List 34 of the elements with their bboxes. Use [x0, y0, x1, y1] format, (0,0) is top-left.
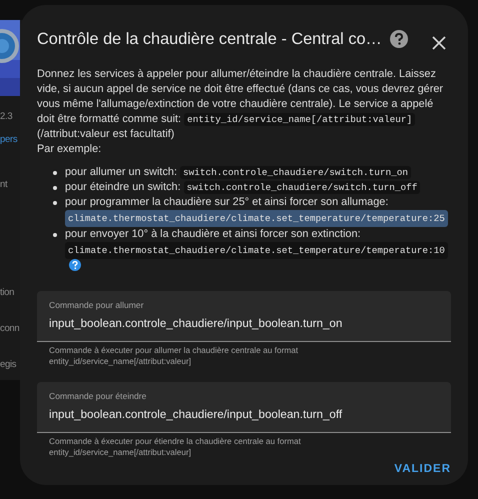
note-text: (/attribut:valeur est facultatif) — [37, 127, 176, 142]
example-text: pour programmer la chaudière sur 25° et ainsi forcer son allumage: — [65, 196, 388, 208]
help-icon[interactable] — [69, 259, 81, 272]
sidebar-text: 2.3 — [0, 110, 12, 123]
text-input[interactable]: input_boolean.controle_chaudiere/input_boolean.turn_off — [49, 407, 439, 424]
sidebar-text: tion — [0, 286, 14, 299]
bullet-dot — [53, 171, 57, 176]
question-mark-icon — [394, 33, 404, 46]
text-field[interactable]: Commande pour éteindre input_boolean.controle_chaudiere/input_boolean.turn_off — [37, 382, 451, 434]
bullet-dot — [53, 201, 57, 206]
submit-button[interactable]: VALIDER — [394, 457, 451, 483]
example-text: pour éteindre un switch: — [65, 181, 181, 194]
example-text: pour envoyer 10° à la chaudière et ainsi forcer son extinction: — [65, 228, 361, 240]
sidebar-text: nt — [0, 178, 8, 191]
helper-text: Commande à éxecuter pour étiendre la chaudière centrale au format entity_id/service_name[/attribut:valeur] — [48, 435, 302, 458]
text-field[interactable]: Commande pour allumer input_boolean.controle_chaudiere/input_boolean.turn_on — [37, 291, 451, 342]
field-label: Commande pour éteindre — [49, 391, 148, 402]
help-button[interactable] — [390, 30, 408, 48]
link[interactable]: pers — [0, 133, 18, 146]
code-snippet: switch.controle_chaudiere/switch.turn_on — [180, 166, 412, 180]
text-input[interactable]: input_boolean.controle_chaudiere/input_boolean.turn_on — [49, 316, 439, 332]
code-snippet: climate.thermostat_chaudiere/climate.set_temperature/temperature:25 — [65, 210, 448, 228]
helper-text: Commande à éxecuter pour allumer la chaudière centrale au format entity_id/service_name[/attribut:valeur] — [48, 344, 300, 366]
dialog-title: Contrôle de la chaudière centrale - Central co… — [37, 29, 382, 50]
code-snippet: switch.controle_chaudiere/switch.turn_off — [184, 181, 420, 194]
code-snippet: climate.thermostat_chaudiere/climate.set_temperature/temperature:10 — [65, 242, 448, 260]
sidebar-text: conn — [0, 322, 20, 335]
example-label: Par exemple: — [37, 142, 102, 158]
description-text: Donnez les services à appeler pour allumer/éteindre la chaudière centrale. Laissez vide, si aucun appel de service ne doit être effectué (dans ce cas, vous devrez gérer vous même l'allumage/extinction de votre chaudière centrale). Le service a appelé doit être formatté comme suit: entity_id/service_name[/attribut:valeur] — [37, 67, 444, 128]
sidebar-text: egis — [0, 358, 16, 371]
example-text: pour allumer un switch: — [65, 166, 177, 178]
field-label: Commande pour allumer — [49, 300, 145, 312]
bullet-dot — [53, 233, 57, 238]
bullet-dot — [53, 186, 57, 190]
